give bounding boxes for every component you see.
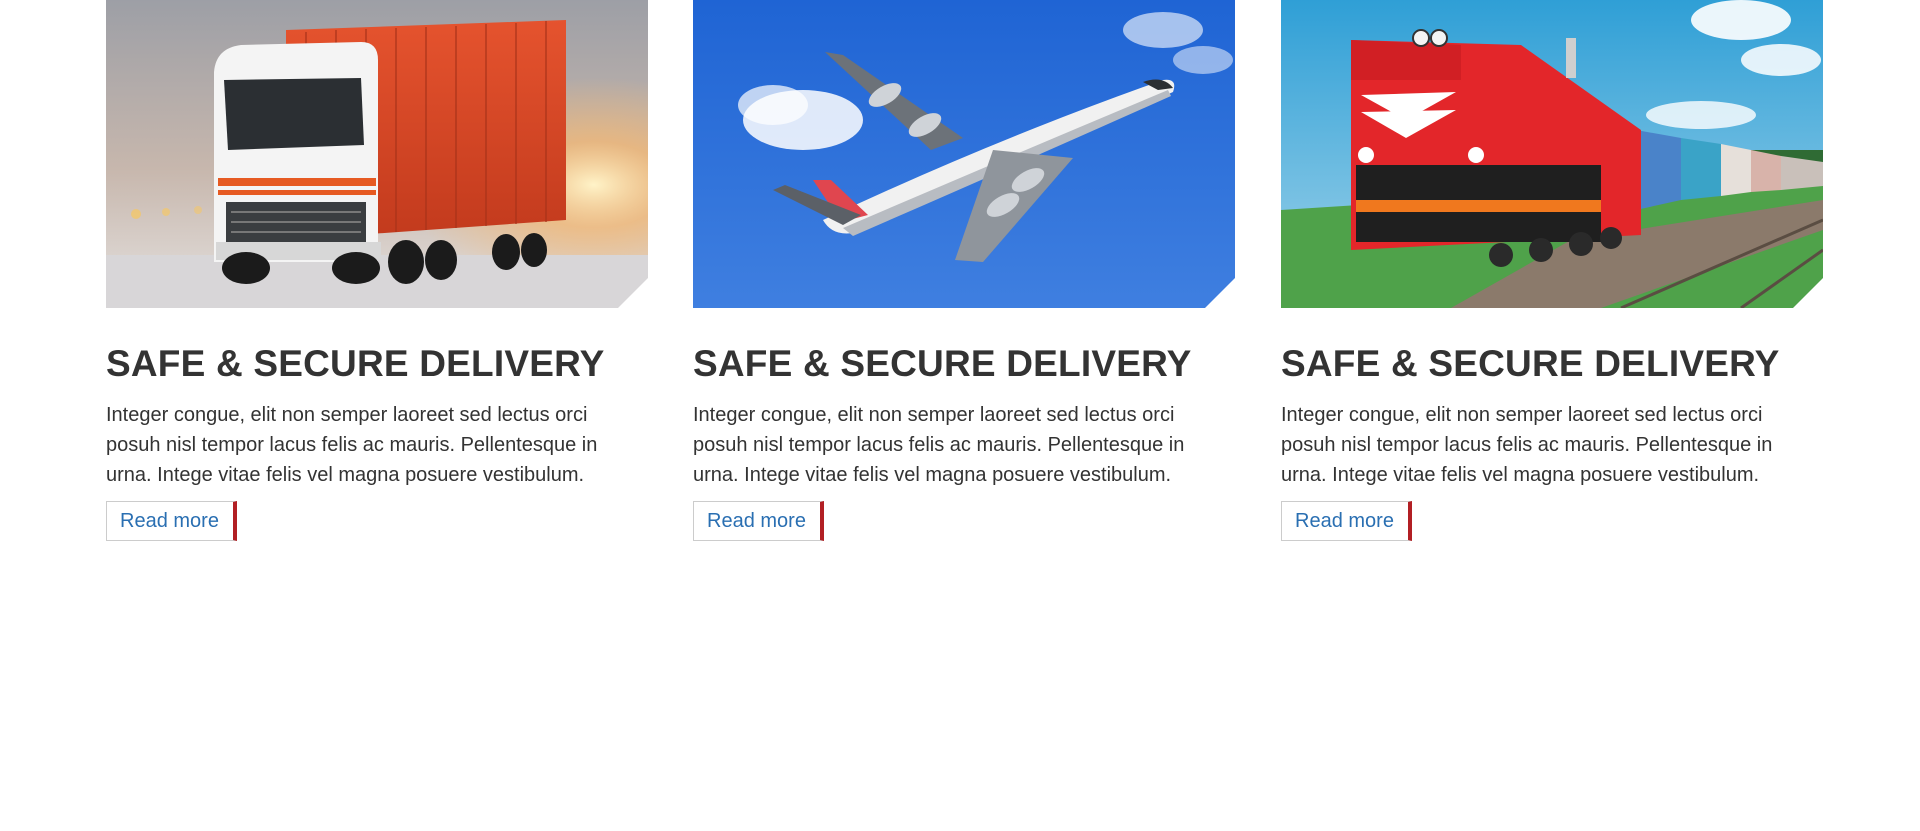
train-image	[1281, 0, 1823, 308]
services-cards: SAFE & SECURE DELIVERY Integer congue, e…	[106, 0, 1823, 560]
image-corner-cut	[1205, 278, 1235, 308]
service-card: SAFE & SECURE DELIVERY Integer congue, e…	[1281, 0, 1823, 541]
card-title: SAFE & SECURE DELIVERY	[1281, 343, 1780, 384]
airplane-image	[693, 0, 1235, 308]
truck-icon	[106, 0, 648, 308]
service-card: SAFE & SECURE DELIVERY Integer congue, e…	[693, 0, 1235, 541]
card-title: SAFE & SECURE DELIVERY	[693, 343, 1192, 384]
read-more-button[interactable]: Read more	[693, 501, 824, 541]
truck-image	[106, 0, 648, 308]
service-card: SAFE & SECURE DELIVERY Integer congue, e…	[106, 0, 648, 541]
train-icon	[1281, 0, 1823, 308]
image-corner-cut	[1793, 278, 1823, 308]
card-description: Integer congue, elit non semper laoreet …	[1281, 404, 1773, 486]
card-description: Integer congue, elit non semper laoreet …	[693, 404, 1185, 486]
read-more-button[interactable]: Read more	[1281, 501, 1412, 541]
airplane-icon	[693, 0, 1235, 308]
read-more-button[interactable]: Read more	[106, 501, 237, 541]
image-corner-cut	[618, 278, 648, 308]
card-description: Integer congue, elit non semper laoreet …	[106, 404, 598, 486]
card-title: SAFE & SECURE DELIVERY	[106, 343, 605, 384]
